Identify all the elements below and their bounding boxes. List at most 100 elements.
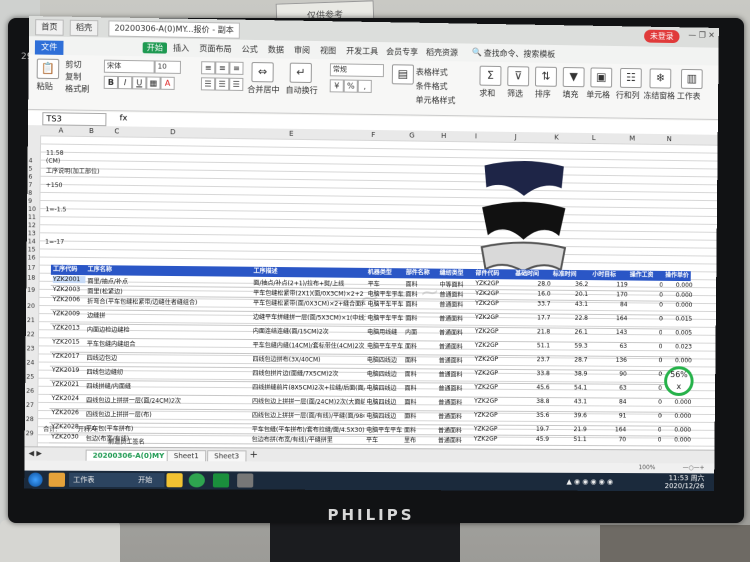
cell-sew-type[interactable]: 普通面料 [439,328,473,337]
row-number[interactable]: 21 [27,317,35,324]
col-k[interactable]: K [554,134,559,142]
cell-desc[interactable]: 平车包缝内缝(14CM)/套标带住(4CM)2次+4(4CM)2次+1 [253,340,365,350]
cell-unit-price[interactable]: 0.000 [664,399,692,406]
cell-base-time[interactable]: 23.7 [514,356,550,363]
tab-docer[interactable]: 稻壳 [69,19,99,37]
cell-sew-type[interactable]: 普通面料 [438,383,472,392]
cell-machine[interactable]: 电脑平车平车 [367,313,403,322]
cell-hour-target[interactable]: 90 [591,371,627,378]
cell-part[interactable]: 面料 [404,397,436,406]
italic-icon[interactable]: I [117,75,133,90]
row-number[interactable]: 20 [27,303,35,310]
cell-unit-price[interactable]: 0.000 [664,427,691,434]
border-icon[interactable]: ▦ [146,76,161,90]
merge-center-icon[interactable]: ⇔ [251,62,274,83]
cell-base-time[interactable]: 45.6 [514,384,549,391]
font-name-select[interactable]: 宋体 [103,59,155,74]
cell-button[interactable]: 单元格 [586,89,610,100]
row-number[interactable]: 15 [28,246,36,253]
row-number[interactable]: 6 [28,174,32,181]
cell-std-time[interactable]: 51.1 [551,436,586,443]
cell-wage[interactable]: 0 [629,315,663,323]
cell-hour-target[interactable]: 91 [591,412,627,419]
row-number[interactable]: 16 [28,254,36,261]
cell-hour-target[interactable]: 143 [592,329,627,336]
tray-icons[interactable]: ▲ ◉ ◉ ◉ ◉ ◉ [566,475,613,489]
sort-button[interactable]: 排序 [535,88,551,99]
cell-code[interactable]: YZK2017 [52,353,85,360]
cell-unit-price[interactable]: 0.000 [665,302,693,309]
speed-widget[interactable]: 56% x [663,366,694,397]
worksheet-icon[interactable]: ▥ [680,68,703,90]
note-line[interactable]: +150 [46,182,63,189]
browser-icon[interactable] [48,472,66,487]
cell-code[interactable]: YZK2015 [52,338,85,345]
cell-part-code[interactable]: YZK2GP [475,342,511,349]
cond-format-button[interactable]: 条件格式 [416,81,448,92]
cell-icon[interactable]: ▣ [590,67,613,88]
cell-name[interactable]: 内面边检边缝检 [87,325,199,335]
cell-name[interactable]: 折弯合(平车包缝松紧带/边缝住者缝组合) [87,296,199,306]
cell-unit-price[interactable]: 0.000 [663,437,691,444]
bold-icon[interactable]: B [103,75,119,90]
cell-code[interactable]: YZK2013 [52,324,85,331]
note-line[interactable]: 11.58 [46,150,64,157]
align-bottom-icon[interactable]: ≡ [229,61,244,75]
cell-desc[interactable]: 内面连结连缝(面/15CM)2次 [253,326,365,336]
zoom-slider[interactable]: —○—+ [683,464,705,471]
filter-icon[interactable]: ⊽ [507,66,530,87]
col-g[interactable]: G [409,131,415,139]
cell-machine[interactable]: 电脑平车平车 [367,341,403,350]
currency-icon[interactable]: ¥ [329,79,344,93]
taskbar-app[interactable]: 工作表 [68,472,135,488]
folder-icon[interactable] [166,473,183,488]
align-middle-icon[interactable]: ≡ [215,61,230,75]
row-number[interactable]: 26 [26,388,34,395]
cell-sew-type[interactable]: 普通面料 [438,425,472,434]
cell-code[interactable]: YZK2003 [53,286,86,293]
align-center-icon[interactable]: ☰ [215,77,230,91]
cell-part-code[interactable]: YZK2GP [475,300,511,307]
col-b[interactable]: B [89,127,94,135]
cell-std-time[interactable]: 28.7 [552,356,587,364]
row-number[interactable]: 19 [27,287,35,294]
cell-code[interactable]: YZK2009 [52,310,85,317]
row-number[interactable]: 24 [26,359,34,366]
cell-part-code[interactable]: YZK2GP [474,436,510,443]
cell-std-time[interactable]: 21.9 [551,426,587,433]
row-number[interactable]: 28 [26,416,34,423]
row-number[interactable]: 23 [27,345,35,352]
cell-desc[interactable]: 四线拼缝前片(8X5CM)2次+拉缝/后面(面/6X2CM)2次 [252,382,364,392]
cell-code[interactable]: YZK2030 [51,433,84,440]
menu-review[interactable]: 审阅 [294,45,310,56]
row-number[interactable]: 29 [26,430,34,437]
total-label[interactable]: 合计: [43,424,57,433]
cell-hour-target[interactable]: 63 [591,384,627,392]
sum-icon[interactable]: Σ [479,65,502,86]
cell-machine[interactable]: 电脑四线边 [367,355,403,364]
cell-std-time[interactable]: 36.2 [553,281,588,288]
cell-part-code[interactable]: YZK2GP [474,398,510,405]
cell-base-time[interactable]: 38.8 [514,398,549,405]
cell-wage[interactable]: 0 [628,436,662,443]
cell-base-time[interactable]: 51.1 [514,342,550,349]
menu-member[interactable]: 会员专享 [386,46,418,58]
col-h[interactable]: H [441,132,446,140]
cell-style-button[interactable]: 单元格样式 [416,95,456,107]
number-format-select[interactable]: 常规 [329,63,385,78]
percent-icon[interactable]: % [343,79,358,93]
cell-part[interactable]: 面料 [404,411,436,420]
cell-part-code[interactable]: YZK2GP [475,280,511,287]
cell-code[interactable]: YZK2021 [52,381,85,388]
row-number[interactable]: 27 [26,402,34,409]
font-color-icon[interactable]: A [160,76,175,90]
row-number[interactable]: 9 [28,198,32,205]
row-number[interactable]: 12 [28,222,36,229]
note-line[interactable]: 1=-1.5 [45,206,66,213]
row-number[interactable]: 22 [27,331,35,338]
cell-desc[interactable]: 四线包边拼布(3X/40CM) [252,354,364,364]
cell-part[interactable]: 面料 [405,369,437,378]
note-line[interactable]: 工序说明(加工部位) [46,166,100,176]
cell-base-time[interactable]: 45.9 [513,436,549,443]
cell-wage[interactable]: 0 [629,343,663,350]
